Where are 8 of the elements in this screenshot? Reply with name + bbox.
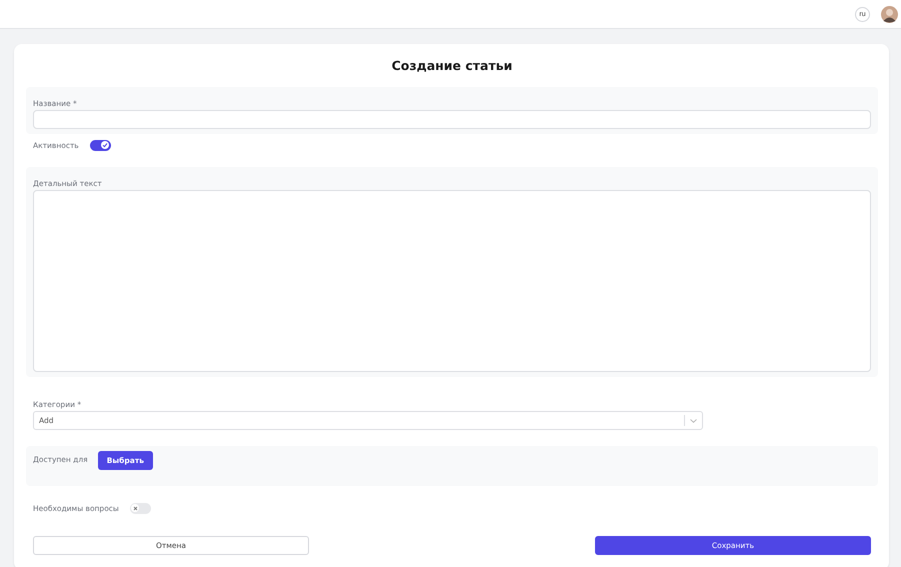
chevron-down-icon: [690, 418, 697, 422]
page-title: Создание статьи: [390, 57, 514, 75]
check-icon: [102, 142, 108, 148]
input-field[interactable]: [33, 110, 871, 129]
avatar-icon[interactable]: [881, 6, 898, 22]
cross-icon: [132, 506, 138, 510]
toggle-switch[interactable]: [90, 140, 111, 150]
toggle-switch[interactable]: [130, 502, 151, 514]
